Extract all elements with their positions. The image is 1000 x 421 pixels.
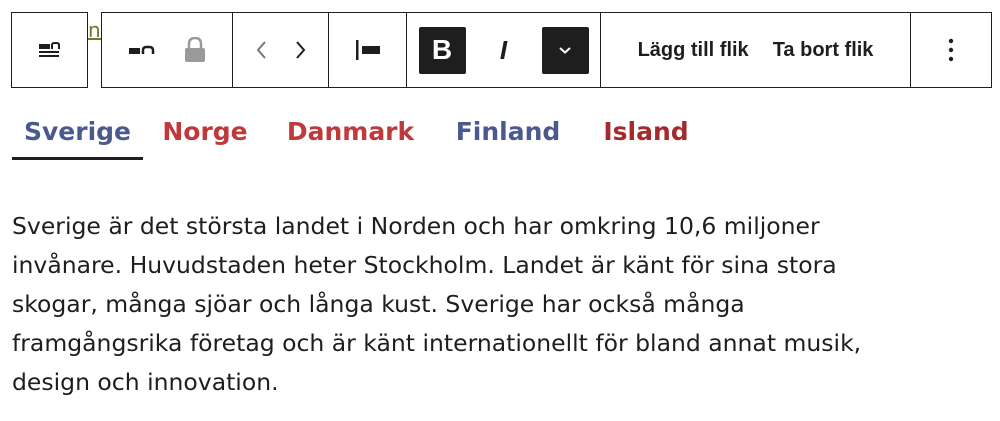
toolbar-segment-align [328,13,406,87]
bold-button[interactable]: B [418,26,466,74]
block-switcher-group [11,12,88,88]
align-button[interactable] [354,38,382,62]
move-next-button[interactable] [293,39,307,61]
more-vertical-icon [948,38,954,62]
group-button[interactable] [128,44,156,56]
hidden-text-fragment: nt [88,18,102,42]
remove-tab-button[interactable]: Ta bort flik [773,39,874,62]
tab-finland[interactable]: Finland [434,108,582,160]
content-line: design och innovation. [12,368,279,396]
content-line: skogar, många sjöar och långa kust. Sver… [12,290,745,318]
tab-panel-text[interactable]: Sverige är det största landet i Norden o… [12,207,972,402]
chevron-down-icon [559,47,571,54]
chevron-right-icon [295,41,305,59]
tab-list: Sverige Norge Danmark Finland Island [12,108,710,160]
more-formatting-button[interactable] [541,26,589,74]
toolbar-segment-block [102,13,232,87]
move-prev-button[interactable] [255,39,269,61]
align-left-icon [355,40,380,60]
options-button[interactable] [948,38,954,62]
italic-button[interactable]: I [486,27,522,74]
block-switcher-button[interactable] [12,13,87,87]
content-line: Sverige är det största landet i Norden o… [12,212,820,240]
toolbar-segment-format: B I [406,13,600,87]
content-line: framgångsrika företag och är känt intern… [12,329,862,357]
tab-norge[interactable]: Norge [143,108,267,160]
content-line: invånare. Huvudstaden heter Stockholm. L… [12,251,837,279]
lock-button[interactable] [184,37,206,63]
toolbar-segment-move [232,13,328,87]
tab-danmark[interactable]: Danmark [267,108,434,160]
block-toolbar: B I Lägg till flik Ta bort flik [101,12,992,88]
chevron-left-icon [256,41,266,59]
tab-island[interactable]: Island [582,108,710,160]
toolbar-segment-tabs: Lägg till flik Ta bort flik [600,13,910,87]
toolbar-segment-options [910,13,991,87]
group-block-icon [129,45,155,54]
add-tab-button[interactable]: Lägg till flik [638,39,749,62]
text-block-icon [38,42,60,57]
tab-sverige[interactable]: Sverige [12,108,143,160]
lock-icon [185,37,205,62]
